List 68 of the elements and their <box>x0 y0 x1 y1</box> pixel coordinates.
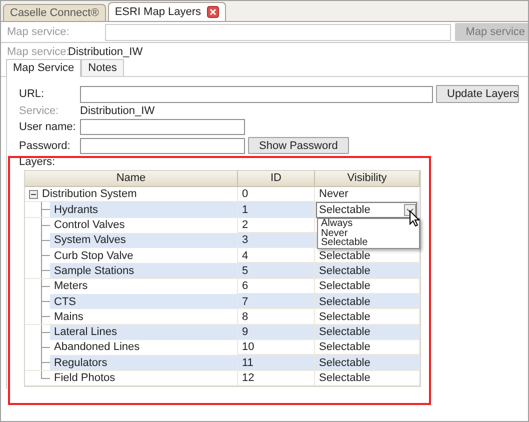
tree-line <box>41 324 50 340</box>
field-label: Password: <box>19 140 72 152</box>
layer-name: Control Valves <box>53 218 126 233</box>
update-layers-button[interactable]: Update Layers <box>436 85 519 103</box>
tree-line <box>41 309 50 324</box>
tree-line <box>41 263 50 278</box>
table-cell: Selectable <box>319 310 370 323</box>
url-field[interactable] <box>80 86 433 102</box>
table-cell: 1 <box>238 202 315 218</box>
password-field[interactable] <box>80 138 245 154</box>
tree-line <box>41 218 50 233</box>
tree-line <box>41 202 50 218</box>
layer-name: Hydrants <box>50 202 237 218</box>
dropdown-option[interactable]: Never <box>321 228 416 238</box>
layer-name: Sample Stations <box>50 263 237 278</box>
field-value: Distribution_IW <box>68 46 143 58</box>
layer-name: Mains <box>53 310 84 324</box>
tab[interactable]: Notes <box>81 59 124 76</box>
tree-line <box>41 278 50 294</box>
column-header[interactable]: ID <box>238 171 315 187</box>
section-label: Layers: <box>19 156 56 168</box>
layer-name: Lateral Lines <box>50 324 237 340</box>
table-cell: 12 <box>238 370 315 385</box>
table-cell: Selectable <box>319 341 370 354</box>
field-label: User name: <box>19 121 77 133</box>
tree-line <box>41 340 50 355</box>
table-cell: Selectable <box>319 326 370 338</box>
layer-name: System Valves <box>50 232 237 248</box>
column-header[interactable]: Name <box>25 171 238 187</box>
tab[interactable]: Map Service <box>6 59 82 77</box>
table-cell: Selectable <box>319 372 370 384</box>
tab[interactable]: Caselle Connect® <box>3 4 106 21</box>
close-icon[interactable] <box>207 6 220 18</box>
layer-name: Curb Stop Valve <box>53 248 134 264</box>
layer-name: Field Photos <box>53 370 116 385</box>
collapse-icon[interactable] <box>29 190 38 199</box>
tree-line <box>41 294 50 310</box>
tree-line <box>41 232 50 248</box>
caret-icon[interactable] <box>404 204 416 216</box>
tree-line <box>41 248 50 264</box>
field-label: Service: <box>19 105 60 117</box>
visibility-dropdown[interactable]: Selectable <box>316 202 417 218</box>
table-cell: 0 <box>238 187 315 202</box>
layer-name: Abandoned Lines <box>53 340 141 355</box>
field-label: URL: <box>19 88 46 100</box>
table-cell: Never <box>319 188 348 200</box>
layer-name: Meters <box>53 279 89 294</box>
layer-name: Distribution System <box>41 187 138 202</box>
tab[interactable]: ESRI Map Layers <box>108 2 226 21</box>
field-label: Map service: <box>7 26 70 38</box>
table-cell: Selectable <box>319 250 370 262</box>
table-cell: Selectable <box>319 264 370 277</box>
column-header[interactable]: Visibility <box>315 171 420 187</box>
user-name-field[interactable] <box>80 119 245 135</box>
table-cell: Selectable <box>319 280 370 292</box>
layer-name: CTS <box>50 294 237 310</box>
table-cell: 8 <box>238 309 315 324</box>
cursor-icon <box>409 210 420 228</box>
dropdown-option[interactable]: Selectable <box>321 238 416 248</box>
table-cell: 11 <box>238 355 315 370</box>
field-label: Map service: <box>7 46 68 58</box>
table-cell: 5 <box>238 263 315 278</box>
layer-name: Regulators <box>50 355 237 370</box>
show-password-button[interactable]: Show Password <box>248 137 349 154</box>
dropdown-list[interactable]: Always Never Selectable <box>317 218 420 249</box>
table-cell: Selectable <box>319 356 370 369</box>
table-cell: Selectable <box>319 296 370 308</box>
field-value: Distribution_IW <box>80 105 155 117</box>
